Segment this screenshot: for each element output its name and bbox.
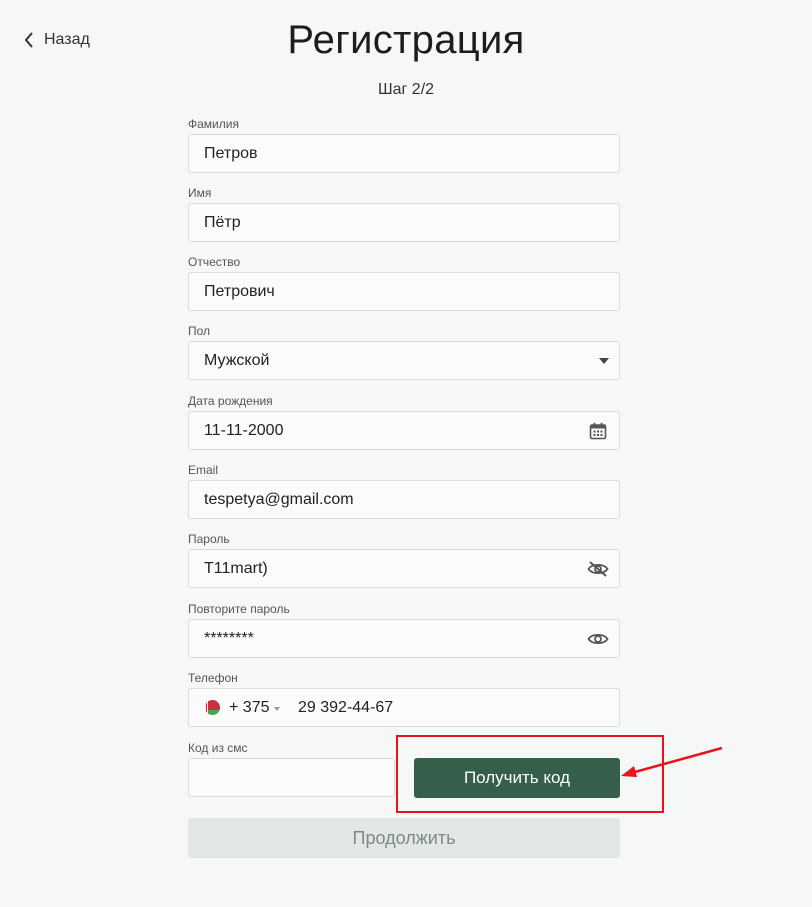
password-field[interactable]: T11mart) [188, 549, 620, 588]
password-value: T11mart) [204, 560, 268, 577]
sms-code-field[interactable] [188, 758, 395, 797]
last-name-value: Петров [204, 145, 258, 162]
password-label: Пароль [188, 532, 230, 546]
password-repeat-label: Повторите пароль [188, 602, 290, 616]
step-indicator: Шаг 2/2 [377, 81, 435, 98]
continue-button[interactable]: Продолжить [188, 818, 620, 858]
eye-icon[interactable] [587, 628, 609, 650]
email-label: Email [188, 463, 219, 477]
birth-date-field[interactable]: 11-11-2000 [188, 411, 620, 450]
email-field[interactable]: tespetya@gmail.com [188, 480, 620, 519]
first-name-value: Пётр [204, 214, 241, 231]
patronymic-label: Отчество [188, 255, 241, 269]
last-name-label: Фамилия [188, 117, 239, 131]
sms-code-label: Код из смс [188, 741, 248, 755]
caret-down-icon [599, 358, 609, 364]
email-value: tespetya@gmail.com [204, 491, 354, 508]
belarus-flag-icon[interactable] [205, 700, 220, 715]
phone-label: Телефон [188, 671, 238, 685]
last-name-field[interactable]: Петров [188, 134, 620, 173]
page-title: Регистрация [287, 18, 525, 62]
first-name-field[interactable]: Пётр [188, 203, 620, 242]
birth-date-label: Дата рождения [188, 394, 273, 408]
gender-label: Пол [188, 324, 211, 338]
password-repeat-value: ******** [204, 630, 254, 647]
country-caret-icon[interactable] [274, 707, 280, 711]
phone-field[interactable]: + 375 29 392-44-67 [188, 688, 620, 727]
password-repeat-field[interactable]: ******** [188, 619, 620, 658]
eye-slash-icon[interactable] [587, 558, 609, 580]
birth-date-value: 11-11-2000 [204, 422, 284, 439]
patronymic-field[interactable]: Петрович [188, 272, 620, 311]
gender-select[interactable]: Мужской [188, 341, 620, 380]
calendar-icon[interactable] [587, 420, 609, 442]
phone-value: 29 392-44-67 [298, 699, 394, 716]
country-code[interactable]: + 375 [229, 689, 269, 726]
annotation-arrow [621, 746, 723, 777]
first-name-label: Имя [188, 186, 212, 200]
patronymic-value: Петрович [204, 283, 275, 300]
gender-value: Мужской [204, 352, 270, 369]
